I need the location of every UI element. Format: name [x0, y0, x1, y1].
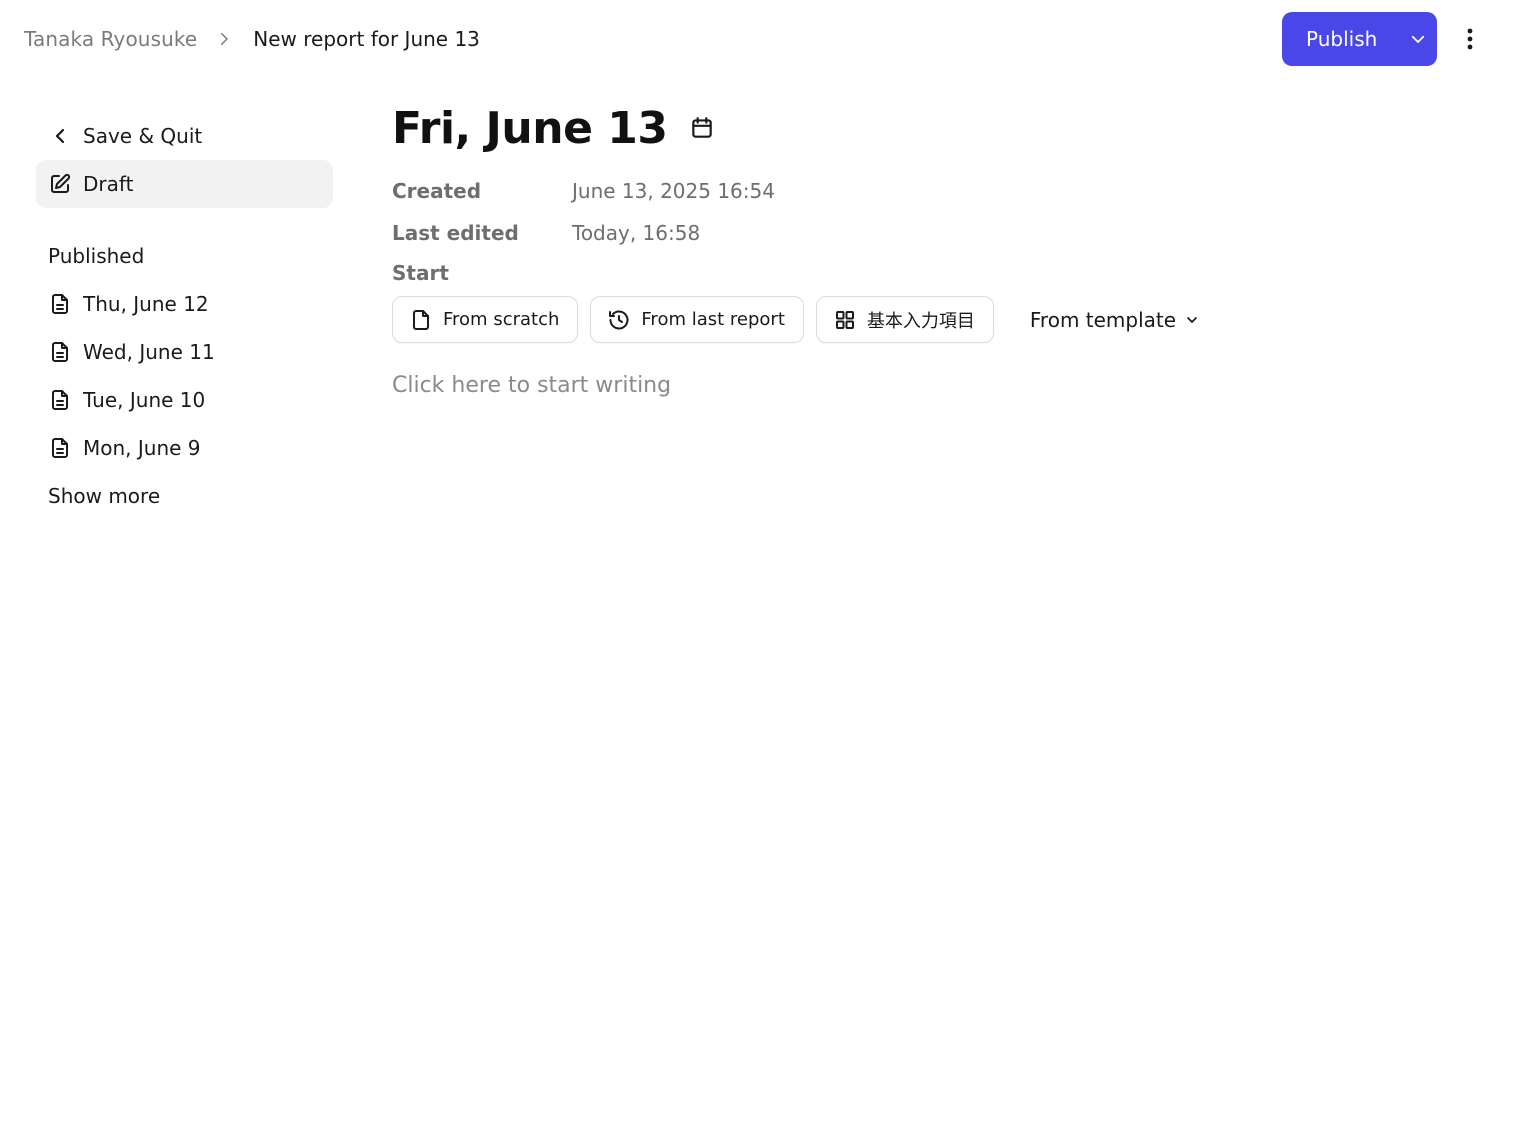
publish-options-button[interactable] [1399, 12, 1437, 66]
report-body-editor[interactable]: Click here to start writing [392, 369, 1392, 401]
from-last-report-label: From last report [641, 309, 785, 330]
page-title: Fri, June 13 [392, 102, 668, 154]
sidebar-item-published[interactable]: Tue, June 10 [36, 376, 333, 424]
sidebar-item-published[interactable]: Mon, June 9 [36, 424, 333, 472]
breadcrumb: Tanaka Ryousuke New report for June 13 [24, 22, 480, 56]
last-edited-label: Last edited [392, 221, 519, 245]
from-template-dropdown[interactable]: From template [1030, 296, 1200, 343]
last-edited-row: Last edited Today, 16:58 [392, 212, 1392, 254]
publish-button-group: Publish [1282, 12, 1437, 66]
more-options-button[interactable] [1456, 24, 1484, 54]
basic-items-template-button[interactable]: 基本入力項目 [815, 296, 994, 343]
report-metadata: Created June 13, 2025 16:54 Last edited … [392, 170, 1392, 292]
chevron-right-icon [215, 30, 233, 48]
sidebar-item-published[interactable]: Wed, June 11 [36, 328, 333, 376]
document-icon [48, 388, 72, 412]
blank-file-icon [409, 308, 433, 332]
breadcrumb-current: New report for June 13 [253, 27, 480, 51]
created-label: Created [392, 179, 482, 203]
from-scratch-button[interactable]: From scratch [392, 296, 579, 343]
grid-icon [833, 308, 857, 332]
chevron-left-icon [48, 124, 72, 148]
created-row: Created June 13, 2025 16:54 [392, 170, 1392, 212]
from-last-report-button[interactable]: From last report [590, 296, 804, 343]
sidebar-item-label: Tue, June 10 [83, 388, 206, 412]
chevron-down-icon [1409, 30, 1427, 48]
sidebar-item-label: Thu, June 12 [83, 292, 209, 316]
save-quit-button[interactable]: Save & Quit [36, 112, 333, 160]
title-row: Fri, June 13 [392, 96, 1392, 160]
main-content: Fri, June 13 Created June 13, 2025 16:54… [392, 96, 1392, 401]
sidebar-item-label: Wed, June 11 [83, 340, 215, 364]
chevron-down-icon [1184, 312, 1200, 328]
more-vertical-icon [1467, 28, 1473, 50]
breadcrumb-parent-link[interactable]: Tanaka Ryousuke [24, 27, 197, 51]
from-scratch-label: From scratch [443, 309, 560, 330]
start-label: Start [392, 261, 449, 285]
sidebar: Save & Quit Draft Published Thu, June 12… [36, 112, 333, 520]
start-options: From scratch From last report 基本入力項目 Fro… [392, 296, 1392, 343]
document-icon [48, 292, 72, 316]
save-quit-label: Save & Quit [83, 124, 203, 148]
last-edited-value: Today, 16:58 [572, 221, 701, 245]
report-editor-page: Tanaka Ryousuke New report for June 13 P… [0, 0, 1520, 1140]
document-icon [48, 340, 72, 364]
calendar-icon[interactable] [689, 115, 715, 141]
publish-button[interactable]: Publish [1282, 12, 1399, 66]
edit-icon [48, 172, 72, 196]
history-icon [607, 308, 631, 332]
sidebar-item-label: Mon, June 9 [83, 436, 201, 460]
sidebar-item-label: Draft [83, 172, 134, 196]
created-value: June 13, 2025 16:54 [572, 179, 775, 203]
basic-items-label: 基本入力項目 [866, 310, 975, 332]
published-heading: Published [48, 244, 145, 268]
from-template-label: From template [1029, 307, 1177, 332]
show-more-link[interactable]: Show more [36, 472, 333, 520]
sidebar-item-published[interactable]: Thu, June 12 [36, 280, 333, 328]
document-icon [48, 436, 72, 460]
sidebar-item-draft[interactable]: Draft [36, 160, 333, 208]
